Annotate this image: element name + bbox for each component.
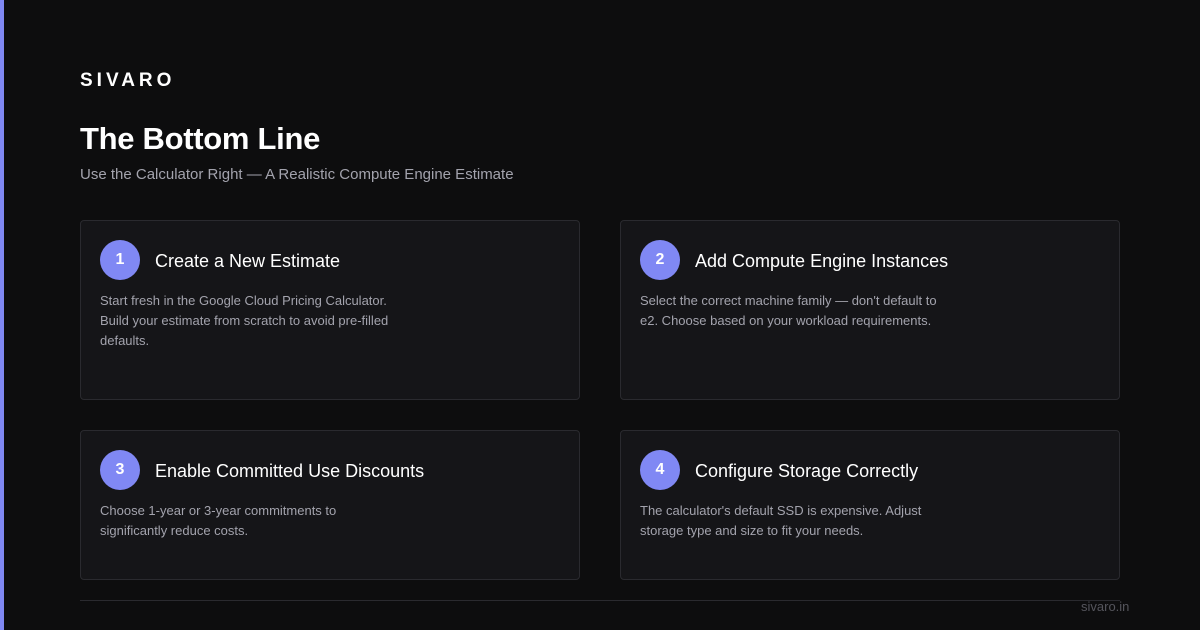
step-card-1: 1 Create a New Estimate Start fresh in t… — [80, 220, 580, 400]
step-title: Enable Committed Use Discounts — [155, 461, 425, 481]
step-title: Add Compute Engine Instances — [695, 251, 949, 271]
step-number-badge: 1 — [100, 240, 140, 280]
step-card-3: 3 Enable Committed Use Discounts Choose … — [80, 430, 580, 580]
step-description: Start fresh in the Google Cloud Pricing … — [100, 293, 389, 348]
footer-divider — [80, 600, 1120, 601]
brand-logo: SIVARO — [80, 70, 176, 91]
step-number-badge: 2 — [640, 240, 680, 280]
step-title: Create a New Estimate — [155, 251, 341, 271]
step-card-4: 4 Configure Storage Correctly The calcul… — [620, 430, 1120, 580]
step-number-badge: 4 — [640, 450, 680, 490]
footer-url: sivaro.in — [1081, 599, 1130, 614]
step-number-badge: 3 — [100, 450, 140, 490]
step-description: The calculator's default SSD is expensiv… — [640, 503, 922, 538]
step-title: Configure Storage Correctly — [695, 461, 919, 481]
left-accent-bar — [0, 0, 4, 630]
step-description: Choose 1-year or 3-year commitments to s… — [100, 503, 337, 538]
step-description: Select the correct machine family — don'… — [640, 293, 937, 328]
page-subtitle: Use the Calculator Right — A Realistic C… — [80, 166, 514, 183]
page-title: The Bottom Line — [80, 121, 321, 156]
step-card-2: 2 Add Compute Engine Instances Select th… — [620, 220, 1120, 400]
